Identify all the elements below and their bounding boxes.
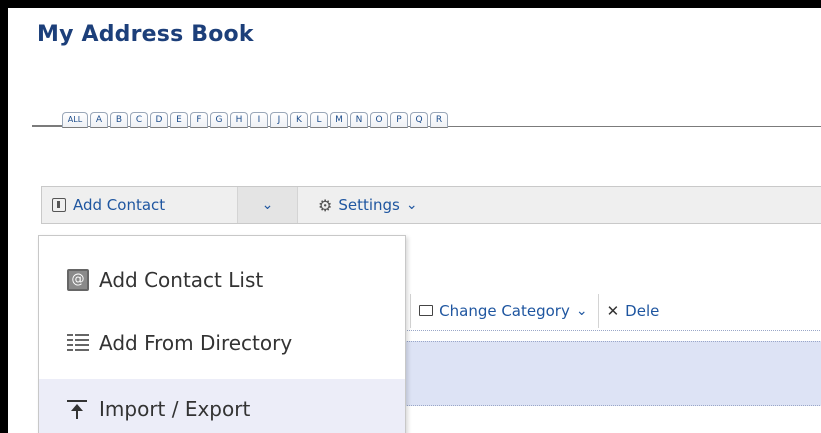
directory-icon [67,332,89,354]
alphabet-tabs: ALL A B C D E F G H I J K L M N O P Q R [62,112,448,128]
tab-p[interactable]: P [390,112,408,128]
delete-button[interactable]: ✕ Dele [607,302,660,320]
menu-item-label: Add From Directory [99,331,293,355]
chevron-down-icon: ⌄ [575,302,588,319]
address-book-window: My Address Book ALL A B C D E F G H I J K L M N O P Q R Ad… [8,8,821,433]
folder-icon [419,305,434,316]
tab-f[interactable]: F [190,112,208,128]
tab-c[interactable]: C [130,112,148,128]
tab-i[interactable]: I [250,112,268,128]
change-category-label: Change Category [439,301,570,320]
tab-l[interactable]: L [310,112,328,128]
tab-h[interactable]: H [230,112,248,128]
tab-g[interactable]: G [210,112,228,128]
tab-q[interactable]: Q [410,112,428,128]
chevron-down-icon: ⌄ [261,197,274,213]
menu-item-label: Add Contact List [99,268,264,292]
chevron-down-icon: ⌄ [405,197,418,213]
tab-n[interactable]: N [350,112,368,128]
menu-item-add-contact-list[interactable]: @ Add Contact List [39,256,405,304]
add-contact-dropdown-button[interactable]: ⌄ [238,187,298,223]
import-export-icon [67,398,89,420]
divider [597,293,599,328]
contact-actions-row: mail Change Category ⌄ ✕ Dele [368,291,821,331]
menu-item-add-from-directory[interactable]: Add From Directory [39,319,405,367]
tab-a[interactable]: A [90,112,108,128]
tab-o[interactable]: O [370,112,388,128]
add-contact-button[interactable]: Add Contact [42,187,238,223]
tab-b[interactable]: B [110,112,128,128]
tab-k[interactable]: K [290,112,308,128]
settings-button[interactable]: ⚙ Settings ⌄ [318,187,418,223]
selected-contact-row[interactable] [368,341,821,406]
close-icon: ✕ [606,301,620,320]
tab-d[interactable]: D [150,112,168,128]
change-category-button[interactable]: Change Category ⌄ [419,301,588,320]
divider [410,293,412,328]
add-contact-dropdown-menu: @ Add Contact List Add From Directory Im… [38,235,406,433]
menu-item-import-export[interactable]: Import / Export [39,379,405,433]
tab-e[interactable]: E [170,112,188,128]
delete-label: Dele [625,301,660,320]
tab-j[interactable]: J [270,112,288,128]
menu-item-label: Import / Export [99,397,251,421]
toolbar: Add Contact ⌄ ⚙ Settings ⌄ [41,186,821,224]
settings-label: Settings [338,196,400,214]
contact-list-icon: @ [67,269,89,291]
tab-all[interactable]: ALL [62,112,88,128]
gear-icon: ⚙ [318,195,333,215]
tab-r[interactable]: R [430,112,448,128]
add-contact-label: Add Contact [73,196,166,214]
contact-card-icon [52,198,66,212]
tab-m[interactable]: M [330,112,348,128]
page-title: My Address Book [37,22,254,47]
